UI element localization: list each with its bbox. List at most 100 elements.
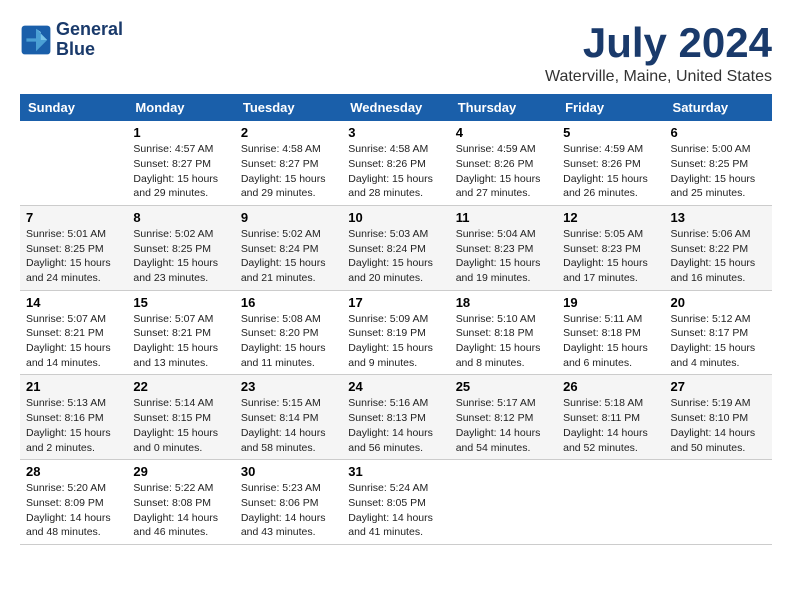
day-number: 20	[671, 295, 766, 310]
day-info: Sunrise: 5:22 AMSunset: 8:08 PMDaylight:…	[133, 481, 228, 540]
calendar-cell: 26 Sunrise: 5:18 AMSunset: 8:11 PMDayligh…	[557, 375, 664, 460]
calendar-cell: 12 Sunrise: 5:05 AMSunset: 8:23 PMDayligh…	[557, 205, 664, 290]
day-info: Sunrise: 5:12 AMSunset: 8:17 PMDaylight:…	[671, 312, 766, 371]
calendar-cell: 6Sunrise: 5:00 AMSunset: 8:25 PMDaylight…	[665, 121, 772, 205]
day-number: 31	[348, 464, 443, 479]
day-number: 25	[456, 379, 551, 394]
header-monday: Monday	[127, 94, 234, 121]
day-number: 17	[348, 295, 443, 310]
day-info: Sunrise: 5:15 AMSunset: 8:14 PMDaylight:…	[241, 396, 336, 455]
calendar-cell: 27 Sunrise: 5:19 AMSunset: 8:10 PMDayligh…	[665, 375, 772, 460]
day-info: Sunrise: 5:07 AMSunset: 8:21 PMDaylight:…	[133, 312, 228, 371]
title-block: July 2024 Waterville, Maine, United Stat…	[545, 20, 772, 86]
calendar-cell: 16 Sunrise: 5:08 AMSunset: 8:20 PMDayligh…	[235, 290, 342, 375]
calendar-cell: 17 Sunrise: 5:09 AMSunset: 8:19 PMDayligh…	[342, 290, 449, 375]
calendar-cell: 5 Sunrise: 4:59 AMSunset: 8:26 PMDaylight…	[557, 121, 664, 205]
day-info: Sunrise: 5:14 AMSunset: 8:15 PMDaylight:…	[133, 396, 228, 455]
header-tuesday: Tuesday	[235, 94, 342, 121]
calendar-cell: 15Sunrise: 5:07 AMSunset: 8:21 PMDayligh…	[127, 290, 234, 375]
calendar-cell: 31Sunrise: 5:24 AMSunset: 8:05 PMDayligh…	[342, 460, 449, 545]
week-row-1: 7 Sunrise: 5:01 AMSunset: 8:25 PMDaylight…	[20, 205, 772, 290]
day-number: 24	[348, 379, 443, 394]
calendar-cell: 28Sunrise: 5:20 AMSunset: 8:09 PMDayligh…	[20, 460, 127, 545]
day-info: Sunrise: 5:02 AMSunset: 8:25 PMDaylight:…	[133, 227, 228, 286]
day-number: 18	[456, 295, 551, 310]
calendar-cell	[450, 460, 557, 545]
day-info: Sunrise: 5:11 AMSunset: 8:18 PMDaylight:…	[563, 312, 658, 371]
day-info: Sunrise: 4:59 AMSunset: 8:26 PMDaylight:…	[563, 142, 658, 201]
day-info: Sunrise: 5:01 AMSunset: 8:25 PMDaylight:…	[26, 227, 121, 286]
day-number: 4	[456, 125, 551, 140]
day-number: 26	[563, 379, 658, 394]
calendar-cell	[665, 460, 772, 545]
day-info: Sunrise: 5:02 AMSunset: 8:24 PMDaylight:…	[241, 227, 336, 286]
calendar-cell	[557, 460, 664, 545]
day-info: Sunrise: 5:13 AMSunset: 8:16 PMDaylight:…	[26, 396, 121, 455]
day-info: Sunrise: 5:23 AMSunset: 8:06 PMDaylight:…	[241, 481, 336, 540]
calendar-cell: 19 Sunrise: 5:11 AMSunset: 8:18 PMDayligh…	[557, 290, 664, 375]
day-number: 19	[563, 295, 658, 310]
day-number: 1	[133, 125, 228, 140]
day-info: Sunrise: 4:58 AMSunset: 8:26 PMDaylight:…	[348, 142, 443, 201]
day-number: 2	[241, 125, 336, 140]
day-number: 14	[26, 295, 121, 310]
calendar-cell: 8 Sunrise: 5:02 AMSunset: 8:25 PMDaylight…	[127, 205, 234, 290]
day-info: Sunrise: 5:10 AMSunset: 8:18 PMDaylight:…	[456, 312, 551, 371]
day-info: Sunrise: 5:04 AMSunset: 8:23 PMDaylight:…	[456, 227, 551, 286]
day-info: Sunrise: 5:16 AMSunset: 8:13 PMDaylight:…	[348, 396, 443, 455]
day-number: 28	[26, 464, 121, 479]
header-friday: Friday	[557, 94, 664, 121]
location: Waterville, Maine, United States	[545, 68, 772, 86]
week-row-0: 1 Sunrise: 4:57 AMSunset: 8:27 PMDaylight…	[20, 121, 772, 205]
calendar-cell	[20, 121, 127, 205]
calendar-cell: 21Sunrise: 5:13 AMSunset: 8:16 PMDayligh…	[20, 375, 127, 460]
day-info: Sunrise: 4:59 AMSunset: 8:26 PMDaylight:…	[456, 142, 551, 201]
day-number: 8	[133, 210, 228, 225]
day-info: Sunrise: 4:57 AMSunset: 8:27 PMDaylight:…	[133, 142, 228, 201]
day-info: Sunrise: 5:03 AMSunset: 8:24 PMDaylight:…	[348, 227, 443, 286]
day-number: 30	[241, 464, 336, 479]
day-info: Sunrise: 5:05 AMSunset: 8:23 PMDaylight:…	[563, 227, 658, 286]
calendar-cell: 1 Sunrise: 4:57 AMSunset: 8:27 PMDaylight…	[127, 121, 234, 205]
day-number: 16	[241, 295, 336, 310]
calendar-cell: 25Sunrise: 5:17 AMSunset: 8:12 PMDayligh…	[450, 375, 557, 460]
day-number: 13	[671, 210, 766, 225]
day-info: Sunrise: 5:07 AMSunset: 8:21 PMDaylight:…	[26, 312, 121, 371]
day-number: 12	[563, 210, 658, 225]
calendar-cell: 2 Sunrise: 4:58 AMSunset: 8:27 PMDaylight…	[235, 121, 342, 205]
day-info: Sunrise: 5:18 AMSunset: 8:11 PMDaylight:…	[563, 396, 658, 455]
calendar-cell: 30 Sunrise: 5:23 AMSunset: 8:06 PMDayligh…	[235, 460, 342, 545]
calendar-cell: 29Sunrise: 5:22 AMSunset: 8:08 PMDayligh…	[127, 460, 234, 545]
calendar-cell: 20 Sunrise: 5:12 AMSunset: 8:17 PMDayligh…	[665, 290, 772, 375]
day-number: 10	[348, 210, 443, 225]
day-number: 11	[456, 210, 551, 225]
day-info: Sunrise: 5:06 AMSunset: 8:22 PMDaylight:…	[671, 227, 766, 286]
day-info: Sunrise: 5:19 AMSunset: 8:10 PMDaylight:…	[671, 396, 766, 455]
logo-text: General Blue	[56, 20, 123, 60]
week-row-4: 28Sunrise: 5:20 AMSunset: 8:09 PMDayligh…	[20, 460, 772, 545]
logo: General Blue	[20, 20, 123, 60]
day-info: Sunrise: 5:09 AMSunset: 8:19 PMDaylight:…	[348, 312, 443, 371]
calendar-cell: 22 Sunrise: 5:14 AMSunset: 8:15 PMDayligh…	[127, 375, 234, 460]
week-row-2: 14 Sunrise: 5:07 AMSunset: 8:21 PMDayligh…	[20, 290, 772, 375]
calendar-cell: 14 Sunrise: 5:07 AMSunset: 8:21 PMDayligh…	[20, 290, 127, 375]
calendar-cell: 13 Sunrise: 5:06 AMSunset: 8:22 PMDayligh…	[665, 205, 772, 290]
logo-icon	[20, 24, 52, 56]
header-thursday: Thursday	[450, 94, 557, 121]
day-number: 7	[26, 210, 121, 225]
page-header: General Blue July 2024 Waterville, Maine…	[20, 20, 772, 86]
day-number: 3	[348, 125, 443, 140]
calendar-cell: 11 Sunrise: 5:04 AMSunset: 8:23 PMDayligh…	[450, 205, 557, 290]
calendar-cell: 24 Sunrise: 5:16 AMSunset: 8:13 PMDayligh…	[342, 375, 449, 460]
day-number: 23	[241, 379, 336, 394]
header-saturday: Saturday	[665, 94, 772, 121]
day-number: 9	[241, 210, 336, 225]
day-number: 5	[563, 125, 658, 140]
day-number: 22	[133, 379, 228, 394]
calendar-cell: 7 Sunrise: 5:01 AMSunset: 8:25 PMDaylight…	[20, 205, 127, 290]
day-info: Sunrise: 5:08 AMSunset: 8:20 PMDaylight:…	[241, 312, 336, 371]
day-number: 27	[671, 379, 766, 394]
month-title: July 2024	[545, 20, 772, 66]
calendar-cell: 4 Sunrise: 4:59 AMSunset: 8:26 PMDaylight…	[450, 121, 557, 205]
day-info: Sunrise: 4:58 AMSunset: 8:27 PMDaylight:…	[241, 142, 336, 201]
